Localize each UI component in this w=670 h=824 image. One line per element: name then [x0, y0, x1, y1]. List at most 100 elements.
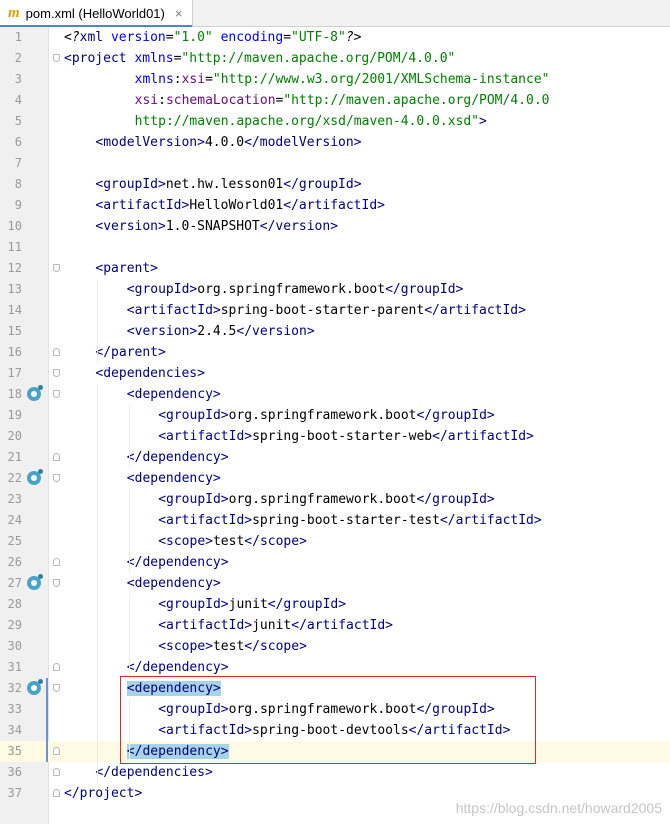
code-line[interactable]: 31 </dependency>: [0, 657, 670, 678]
code-line[interactable]: 9 <artifactId>HelloWorld01</artifactId>: [0, 195, 670, 216]
line-number: 26: [7, 555, 22, 569]
code-line[interactable]: 11: [0, 237, 670, 258]
code-line[interactable]: 29 <artifactId>junit</artifactId>: [0, 615, 670, 636]
line-number: 33: [7, 702, 22, 716]
code-line[interactable]: 13 <groupId>org.springframework.boot</gro…: [0, 279, 670, 300]
fold-end-icon[interactable]: [53, 768, 60, 776]
fold-start-icon[interactable]: [53, 684, 60, 692]
code-line[interactable]: 14 <artifactId>spring-boot-starter-parent…: [0, 300, 670, 321]
code-token: version: [110, 30, 166, 45]
code-line[interactable]: 20 <artifactId>spring-boot-starter-web</a…: [0, 426, 670, 447]
fold-start-icon[interactable]: [53, 390, 60, 398]
code-line[interactable]: 2 <project xmlns="http://maven.apache.org…: [0, 48, 670, 69]
line-number: 27: [7, 576, 22, 590]
code-token: org.springframework.boot: [197, 282, 386, 297]
code-line[interactable]: 15 <version>2.4.5</version>: [0, 321, 670, 342]
fold-end-icon[interactable]: [53, 453, 60, 461]
code-text: <artifactId>spring-boot-starter-parent</…: [127, 300, 526, 321]
code-token: test: [212, 639, 245, 654]
code-token: <modelVersion>: [95, 135, 205, 150]
code-token: </artifactId>: [283, 198, 385, 213]
code-token: <artifactId>: [126, 303, 221, 318]
vcs-change-marker[interactable]: [46, 678, 48, 762]
code-token: http://maven.apache.org/xsd/maven-4.0.0.…: [134, 114, 480, 129]
code-text: <parent>: [95, 258, 158, 279]
dependency-gutter-icon[interactable]: [27, 679, 43, 695]
tab-pom-xml[interactable]: m pom.xml (HelloWorld01) ×: [0, 0, 194, 27]
code-token: "UTF-8": [291, 30, 346, 45]
code-token: "1.0": [173, 30, 213, 45]
code-text: xsi:schemaLocation="http://maven.apache.…: [135, 90, 550, 111]
code-editor[interactable]: 1 <?xml version="1.0" encoding="UTF-8"?> 2…: [0, 27, 670, 824]
code-token: <dependency>: [126, 387, 221, 402]
code-line[interactable]: 3 xmlns:xsi="http://www.w3.org/2001/XMLSc…: [0, 69, 670, 90]
code-token: </groupId>: [416, 492, 495, 507]
code-token: "http://maven.apache.org/POM/4.0.0": [181, 51, 456, 66]
code-line[interactable]: 18 <dependency>: [0, 384, 670, 405]
code-line[interactable]: 12 <parent>: [0, 258, 670, 279]
code-token: xml: [79, 30, 111, 45]
line-number: 6: [14, 135, 22, 149]
code-token: </artifactId>: [291, 618, 393, 633]
code-token: </scope>: [244, 534, 307, 549]
code-text: <scope>test</scope>: [158, 636, 307, 657]
line-number: 30: [7, 639, 22, 653]
code-line[interactable]: 36 </dependencies>: [0, 762, 670, 783]
fold-start-icon[interactable]: [53, 369, 60, 377]
code-line[interactable]: 17 <dependencies>: [0, 363, 670, 384]
code-token: spring-boot-starter-web: [252, 429, 433, 444]
fold-start-icon[interactable]: [53, 474, 60, 482]
fold-end-icon[interactable]: [53, 747, 60, 755]
code-line[interactable]: 27 <dependency>: [0, 573, 670, 594]
code-text: <groupId>org.springframework.boot</group…: [158, 489, 495, 510]
line-number: 31: [7, 660, 22, 674]
code-line[interactable]: 1 <?xml version="1.0" encoding="UTF-8"?>: [0, 27, 670, 48]
code-token: spring-boot-starter-test: [252, 513, 440, 528]
line-number: 24: [7, 513, 22, 527]
fold-end-icon[interactable]: [53, 348, 60, 356]
fold-start-icon[interactable]: [53, 264, 60, 272]
code-line[interactable]: 28 <groupId>junit</groupId>: [0, 594, 670, 615]
code-token: =: [205, 72, 213, 87]
code-line[interactable]: 24 <artifactId>spring-boot-starter-test</…: [0, 510, 670, 531]
code-line[interactable]: 7: [0, 153, 670, 174]
line-number: 34: [7, 723, 22, 737]
fold-end-icon[interactable]: [53, 789, 60, 797]
code-line[interactable]: 19 <groupId>org.springframework.boot</gro…: [0, 405, 670, 426]
line-number: 35: [7, 744, 22, 758]
fold-start-icon[interactable]: [53, 54, 60, 62]
dependency-gutter-icon[interactable]: [27, 574, 43, 590]
code-line[interactable]: 16 </parent>: [0, 342, 670, 363]
code-token: </groupId>: [283, 177, 362, 192]
code-line[interactable]: 22 <dependency>: [0, 468, 670, 489]
code-token: org.springframework.boot: [228, 492, 417, 507]
code-line[interactable]: 4 xsi:schemaLocation="http://maven.apache…: [0, 90, 670, 111]
fold-start-icon[interactable]: [53, 579, 60, 587]
fold-end-icon[interactable]: [53, 558, 60, 566]
line-number: 21: [7, 450, 22, 464]
code-line[interactable]: 23 <groupId>org.springframework.boot</gro…: [0, 489, 670, 510]
code-token: </groupId>: [416, 408, 495, 423]
code-line[interactable]: 6 <modelVersion>4.0.0</modelVersion>: [0, 132, 670, 153]
code-line[interactable]: 8 <groupId>net.hw.lesson01</groupId>: [0, 174, 670, 195]
code-text: <groupId>junit</groupId>: [158, 594, 346, 615]
code-token: :: [158, 93, 166, 108]
code-line[interactable]: 10 <version>1.0-SNAPSHOT</version>: [0, 216, 670, 237]
close-icon[interactable]: ×: [175, 6, 183, 21]
indent-guide: [97, 279, 99, 363]
code-text: </dependency>: [127, 657, 229, 678]
fold-end-icon[interactable]: [53, 663, 60, 671]
line-number: 2: [14, 51, 22, 65]
code-token: </dependency>: [126, 450, 229, 465]
code-line[interactable]: 26 </dependency>: [0, 552, 670, 573]
code-line[interactable]: 21 </dependency>: [0, 447, 670, 468]
code-line[interactable]: 30 <scope>test</scope>: [0, 636, 670, 657]
line-number: 11: [7, 240, 22, 254]
code-token: spring-boot-starter-parent: [220, 303, 425, 318]
code-token: net.hw.lesson01: [165, 177, 284, 192]
dependency-gutter-icon[interactable]: [27, 469, 43, 485]
code-line[interactable]: 5 http://maven.apache.org/xsd/maven-4.0.0…: [0, 111, 670, 132]
code-line[interactable]: 25 <scope>test</scope>: [0, 531, 670, 552]
dependency-gutter-icon[interactable]: [27, 385, 43, 401]
